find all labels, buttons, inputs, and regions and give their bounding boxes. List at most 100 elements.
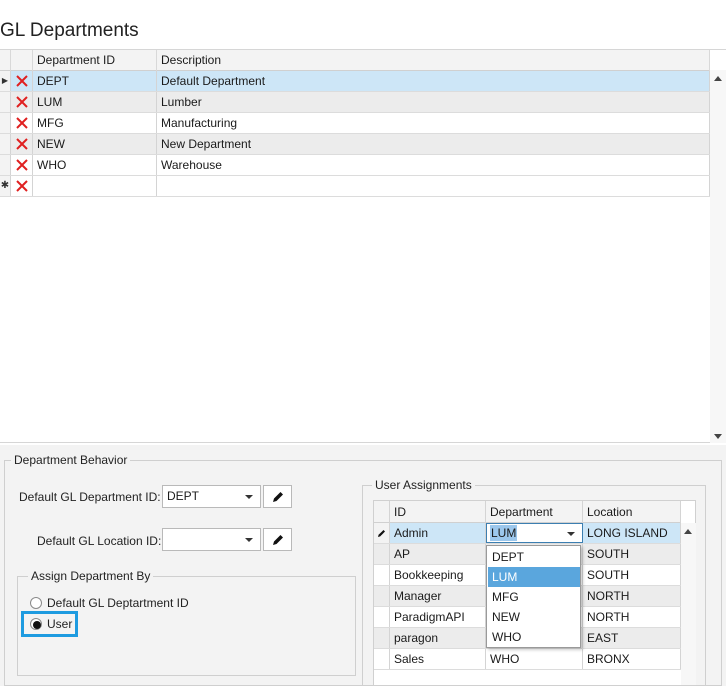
chevron-down-icon: [245, 495, 253, 499]
table-row[interactable]: LUM Lumber: [0, 92, 710, 113]
table-row[interactable]: WHO Warehouse: [0, 155, 710, 176]
cell-location[interactable]: NORTH: [583, 607, 681, 627]
cell-description[interactable]: Lumber: [157, 92, 710, 112]
cell-description[interactable]: Warehouse: [157, 155, 710, 175]
header-delete-column: [11, 50, 33, 71]
scroll-up-icon[interactable]: [684, 529, 692, 534]
cell-description[interactable]: New Department: [157, 134, 710, 154]
cell-description[interactable]: Manufacturing: [157, 113, 710, 133]
cell-location[interactable]: SOUTH: [583, 565, 681, 585]
default-gl-department-value: DEPT: [167, 489, 200, 503]
delete-row-button[interactable]: [11, 92, 33, 112]
table-row[interactable]: Admin LUM LONG ISLAND: [374, 523, 681, 544]
department-dropdown-list[interactable]: DEPT LUM MFG NEW WHO: [486, 545, 581, 648]
row-selector[interactable]: [374, 607, 390, 627]
delete-row-button[interactable]: [11, 155, 33, 175]
default-gl-location-combo[interactable]: [162, 528, 261, 551]
cell-id[interactable]: Manager: [390, 586, 486, 606]
user-option-callout: [21, 611, 78, 637]
row-selector[interactable]: [374, 586, 390, 606]
page-title: GL Departments: [0, 20, 139, 41]
cell-department-id[interactable]: LUM: [33, 92, 157, 112]
chevron-down-icon[interactable]: [567, 532, 575, 536]
cell-location[interactable]: EAST: [583, 628, 681, 648]
row-selector[interactable]: [374, 544, 390, 564]
cell-location[interactable]: SOUTH: [583, 544, 681, 564]
user-assignments-label: User Assignments: [372, 478, 475, 492]
row-selector[interactable]: [374, 565, 390, 585]
column-header-department-id[interactable]: Department ID: [33, 50, 157, 71]
dropdown-option-mfg[interactable]: MFG: [488, 587, 580, 607]
default-gl-department-label: Default GL Department ID:: [19, 490, 161, 504]
header-row-selector: [0, 50, 11, 71]
user-assignments-scrollbar[interactable]: [681, 523, 696, 685]
default-gl-location-label: Default GL Location ID:: [37, 534, 162, 548]
cell-id[interactable]: paragon: [390, 628, 486, 648]
column-header-description[interactable]: Description: [157, 50, 710, 71]
departments-grid-scrollbar[interactable]: [710, 70, 726, 443]
table-row[interactable]: Sales WHO BRONX: [374, 649, 681, 670]
delete-x-icon: [16, 138, 28, 150]
cell-id[interactable]: Sales: [390, 649, 486, 669]
delete-x-icon: [16, 96, 28, 108]
row-selector[interactable]: [374, 523, 390, 543]
new-row[interactable]: ✱: [0, 176, 710, 197]
row-selector[interactable]: [374, 628, 390, 648]
row-selector[interactable]: [374, 649, 390, 669]
department-combo-editor[interactable]: LUM: [486, 523, 583, 543]
dropdown-option-lum[interactable]: LUM: [488, 567, 580, 587]
column-header-id[interactable]: ID: [390, 501, 486, 523]
delete-row-button[interactable]: [11, 176, 33, 196]
column-header-department[interactable]: Department: [486, 501, 583, 523]
cell-description[interactable]: Default Department: [157, 71, 710, 91]
cell-department-id[interactable]: NEW: [33, 134, 157, 154]
cell-department[interactable]: WHO: [486, 649, 583, 669]
delete-row-button[interactable]: [11, 134, 33, 154]
cell-location[interactable]: LONG ISLAND: [583, 523, 681, 543]
table-row[interactable]: ▶ DEPT Default Department: [0, 71, 710, 92]
departments-grid-header: Department ID Description: [0, 50, 710, 71]
pencil-icon: [273, 535, 283, 545]
cell-department-id[interactable]: DEPT: [33, 71, 157, 91]
new-row-asterisk-icon: ✱: [0, 176, 11, 196]
cell-location[interactable]: BRONX: [583, 649, 681, 669]
chevron-down-icon: [245, 538, 253, 542]
delete-row-button[interactable]: [11, 113, 33, 133]
row-selector[interactable]: [0, 155, 11, 175]
radio-default-gl-department-label[interactable]: Default GL Deptartment ID: [47, 596, 189, 610]
edit-default-location-button[interactable]: [263, 528, 292, 551]
row-selector[interactable]: [0, 113, 11, 133]
header-row-selector: [374, 501, 390, 523]
delete-row-button[interactable]: [11, 71, 33, 91]
dropdown-option-who[interactable]: WHO: [488, 627, 580, 647]
row-selector[interactable]: [0, 134, 11, 154]
delete-x-icon: [16, 159, 28, 171]
delete-x-icon: [16, 75, 28, 87]
cell-description[interactable]: [157, 176, 710, 196]
assign-department-by-label: Assign Department By: [28, 569, 154, 583]
default-gl-department-combo[interactable]: DEPT: [162, 485, 261, 508]
cell-location[interactable]: NORTH: [583, 586, 681, 606]
scroll-up-icon[interactable]: [714, 76, 722, 81]
column-header-location[interactable]: Location: [583, 501, 681, 523]
radio-default-gl-department[interactable]: [30, 597, 42, 609]
edit-default-department-button[interactable]: [263, 485, 292, 508]
cell-department-id[interactable]: MFG: [33, 113, 157, 133]
cell-id[interactable]: AP: [390, 544, 486, 564]
department-editor-value[interactable]: LUM: [490, 525, 518, 541]
table-row[interactable]: NEW New Department: [0, 134, 710, 155]
table-row[interactable]: MFG Manufacturing: [0, 113, 710, 134]
department-behavior-label: Department Behavior: [11, 453, 131, 467]
scroll-down-icon[interactable]: [714, 434, 722, 439]
dropdown-option-dept[interactable]: DEPT: [488, 547, 580, 567]
pencil-icon: [273, 492, 283, 502]
cell-department-id[interactable]: WHO: [33, 155, 157, 175]
dropdown-option-new[interactable]: NEW: [488, 607, 580, 627]
current-row-arrow-icon: ▶: [0, 71, 11, 91]
user-assignments-header: ID Department Location: [374, 501, 681, 523]
cell-id[interactable]: Admin: [390, 523, 486, 543]
cell-id[interactable]: Bookkeeping: [390, 565, 486, 585]
row-selector[interactable]: [0, 92, 11, 112]
cell-id[interactable]: ParadigmAPI: [390, 607, 486, 627]
cell-department-id[interactable]: [33, 176, 157, 196]
